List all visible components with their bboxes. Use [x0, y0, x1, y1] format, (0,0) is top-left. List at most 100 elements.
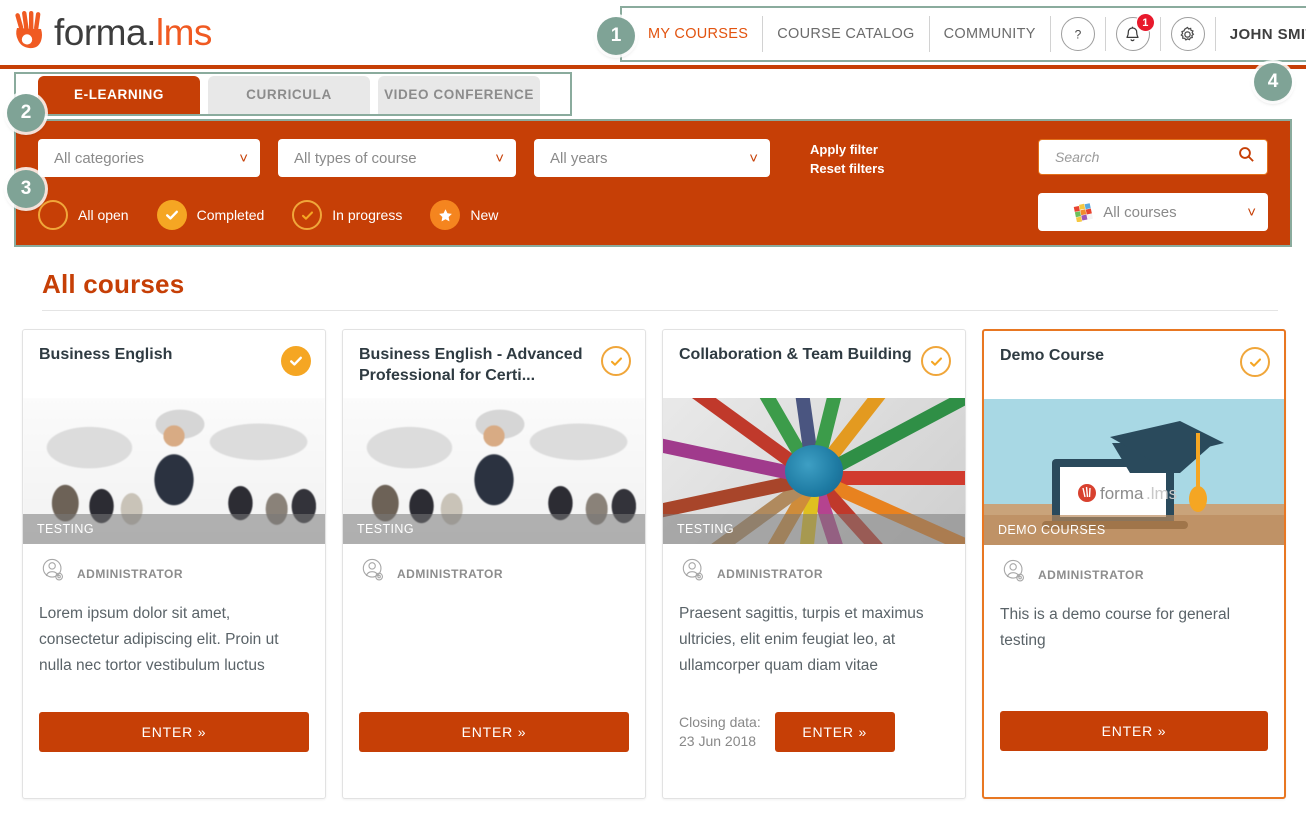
closing-date: Closing data: 23 Jun 2018: [679, 713, 761, 751]
tab-video-conference[interactable]: VIDEO CONFERENCE: [378, 76, 540, 114]
callout-marker-3: 3: [7, 170, 45, 208]
colored-tiles-icon: [1073, 202, 1095, 222]
course-author-name: ADMINISTRATOR: [717, 567, 823, 581]
course-author-name: ADMINISTRATOR: [1038, 568, 1144, 582]
callout-marker-4: 4: [1254, 63, 1292, 101]
course-card-body: ADMINISTRATOR This is a demo course for …: [984, 545, 1284, 797]
legend-item-new[interactable]: New: [430, 200, 498, 230]
search-box[interactable]: [1038, 139, 1268, 175]
svg-text:.lms: .lms: [1146, 484, 1177, 503]
search-icon[interactable]: [1238, 146, 1255, 168]
course-card-body: ADMINISTRATOR Praesent sagittis, turpis …: [663, 544, 965, 798]
course-author: ADMINISTRATOR: [359, 558, 629, 589]
check-filled-icon: [157, 200, 187, 230]
empty-circle-icon: [38, 200, 68, 230]
course-card-body: ADMINISTRATOR ENTER »: [343, 544, 645, 798]
main-content: All courses Business English TESTING: [0, 269, 1306, 799]
callout-marker-2: 2: [7, 94, 45, 132]
filterbar-region: All categories ˅ All types of course ˅ A…: [0, 119, 1306, 247]
brand-logo[interactable]: forma.lms: [14, 12, 212, 54]
nav-my-courses[interactable]: MY COURSES: [634, 16, 763, 52]
course-card[interactable]: Demo Course: [982, 329, 1286, 799]
nav-course-catalog[interactable]: COURSE CATALOG: [763, 16, 929, 52]
course-image: TESTING: [23, 398, 325, 544]
course-category-tag: TESTING: [343, 514, 645, 544]
app-header: forma.lms MY COURSES COURSE CATALOG COMM…: [0, 0, 1306, 69]
gear-icon[interactable]: [1171, 17, 1205, 51]
course-image: TESTING: [663, 398, 965, 544]
top-navigation: MY COURSES COURSE CATALOG COMMUNITY ? 1: [620, 6, 1306, 62]
course-title: Demo Course: [1000, 345, 1110, 366]
course-author: ADMINISTRATOR: [39, 558, 309, 589]
svg-text:?: ?: [1074, 28, 1081, 42]
user-gear-icon: [1000, 559, 1030, 590]
course-image: TESTING: [343, 398, 645, 544]
check-filled-icon: [281, 346, 311, 376]
courses-scope-select[interactable]: All courses ˅: [1038, 193, 1268, 231]
course-image: forma .lms DEMO COURSES: [984, 399, 1284, 545]
course-type-select[interactable]: All types of course ˅: [278, 139, 516, 177]
course-card[interactable]: Business English - Advanced Professional…: [342, 329, 646, 799]
course-card[interactable]: Collaboration & Team Building: [662, 329, 966, 799]
chevron-down-icon: ˅: [749, 150, 758, 167]
check-outline-icon: [292, 200, 322, 230]
check-outline-icon: [921, 346, 951, 376]
course-description: This is a demo course for general testin…: [1000, 602, 1268, 654]
courses-scope-value: All courses: [1103, 204, 1176, 221]
enter-button[interactable]: ENTER »: [775, 712, 895, 752]
brand-name-dot: .: [146, 12, 156, 53]
reset-filters-link[interactable]: Reset filters: [810, 159, 884, 178]
page-title: All courses: [42, 269, 1292, 300]
tab-e-learning[interactable]: E-LEARNING: [38, 76, 200, 114]
apply-filter-link[interactable]: Apply filter: [810, 140, 884, 159]
check-outline-icon: [601, 346, 631, 376]
year-select[interactable]: All years ˅: [534, 139, 770, 177]
brand-name-part2: lms: [156, 12, 212, 53]
closing-date-label: Closing data:: [679, 713, 761, 732]
tabbar-region: E-LEARNING CURRICULA VIDEO CONFERENCE: [0, 69, 1306, 119]
chevron-down-icon: ˅: [239, 150, 248, 167]
course-title: Business English - Advanced Professional…: [359, 344, 601, 386]
help-icon[interactable]: ?: [1061, 17, 1095, 51]
legend-item-all-open[interactable]: All open: [38, 200, 129, 230]
closing-date-value: 23 Jun 2018: [679, 732, 761, 751]
legend-item-completed[interactable]: Completed: [157, 200, 265, 230]
legend-label: All open: [78, 207, 129, 223]
tab-curricula[interactable]: CURRICULA: [208, 76, 370, 114]
course-card-footer: ENTER »: [39, 712, 309, 798]
user-gear-icon: [39, 558, 69, 589]
course-card-footer: ENTER »: [1000, 711, 1268, 797]
course-category-tag: TESTING: [23, 514, 325, 544]
course-card[interactable]: Business English TESTING: [22, 329, 326, 799]
app-page: forma.lms MY COURSES COURSE CATALOG COMM…: [0, 0, 1306, 813]
svg-text:forma: forma: [1100, 484, 1144, 503]
bell-icon[interactable]: 1: [1116, 17, 1150, 51]
course-card-header: Demo Course: [984, 331, 1284, 399]
course-card-body: ADMINISTRATOR Lorem ipsum dolor sit amet…: [23, 544, 325, 798]
category-select-value: All categories: [54, 150, 144, 167]
username-label: JOHN SMITH: [1216, 26, 1306, 43]
chevron-down-icon: ˅: [495, 150, 504, 167]
enter-button[interactable]: ENTER »: [359, 712, 629, 752]
course-title: Business English: [39, 344, 178, 365]
enter-button[interactable]: ENTER »: [39, 712, 309, 752]
legend-item-in-progress[interactable]: In progress: [292, 200, 402, 230]
course-description: Praesent sagittis, turpis et maximus ult…: [679, 601, 949, 679]
title-divider: [42, 310, 1278, 311]
star-filled-icon: [430, 200, 460, 230]
search-input[interactable]: [1053, 148, 1233, 166]
course-card-header: Business English: [23, 330, 325, 398]
course-card-header: Business English - Advanced Professional…: [343, 330, 645, 398]
brand-name: forma.lms: [54, 12, 212, 54]
user-gear-icon: [359, 558, 389, 589]
nav-community[interactable]: COMMUNITY: [930, 16, 1051, 52]
course-card-footer: ENTER »: [359, 712, 629, 798]
course-author: ADMINISTRATOR: [1000, 559, 1268, 590]
course-card-grid: Business English TESTING: [22, 329, 1292, 799]
chevron-down-icon: ˅: [1247, 204, 1256, 221]
filter-bar: All categories ˅ All types of course ˅ A…: [14, 119, 1292, 247]
course-author-name: ADMINISTRATOR: [77, 567, 183, 581]
course-description: Lorem ipsum dolor sit amet, consectetur …: [39, 601, 309, 679]
enter-button[interactable]: ENTER »: [1000, 711, 1268, 751]
category-select[interactable]: All categories ˅: [38, 139, 260, 177]
